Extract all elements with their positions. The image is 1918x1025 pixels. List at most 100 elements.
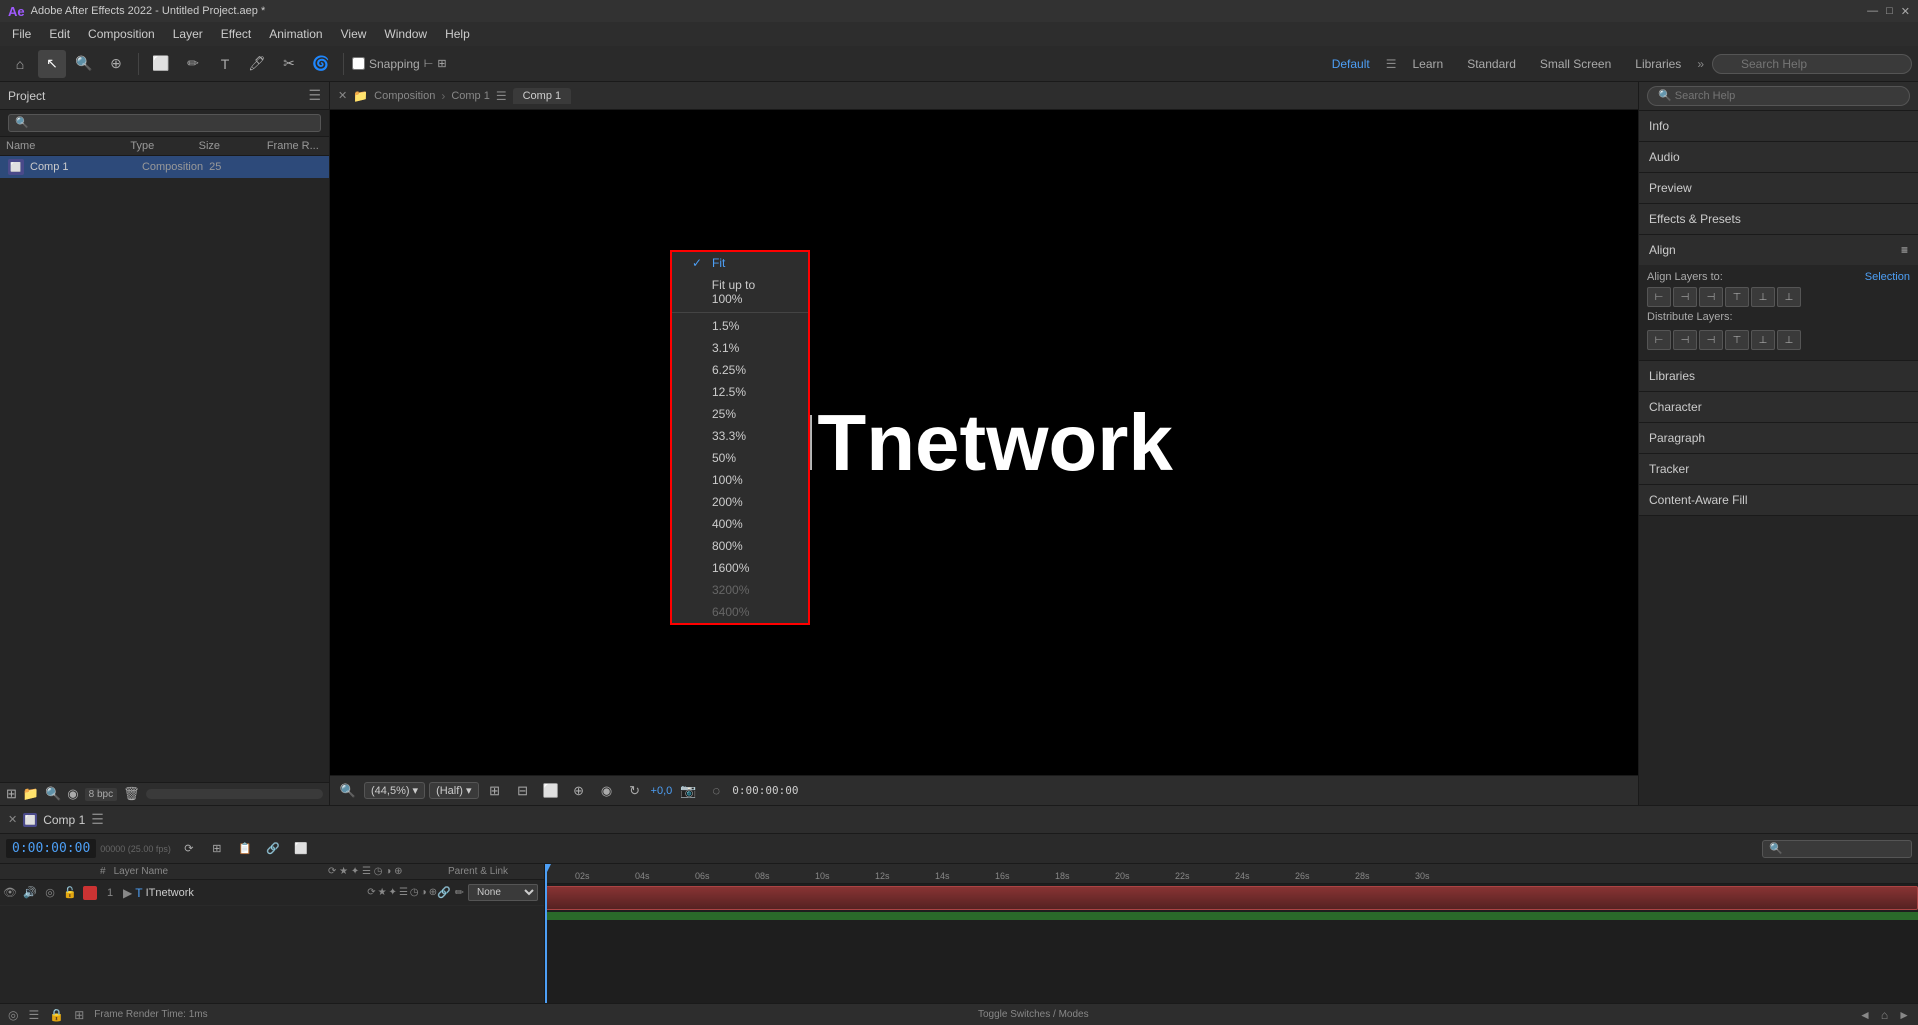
playhead[interactable] [545, 864, 547, 1003]
delete-icon[interactable]: 🗑 [123, 786, 140, 802]
layer-ctrl-motion[interactable]: ☰ [399, 887, 408, 898]
menu-layer[interactable]: Layer [165, 25, 211, 43]
select-tool[interactable]: ↖ [38, 50, 66, 78]
maximize-button[interactable]: □ [1886, 5, 1893, 18]
puppet-tool[interactable]: 🌀 [307, 50, 335, 78]
audio-header[interactable]: Audio [1639, 142, 1918, 172]
timeline-tool3[interactable]: 📋 [233, 837, 257, 861]
breadcrumb-menu[interactable]: ☰ [496, 89, 507, 103]
layer-lock-1[interactable]: 🔓 [60, 886, 80, 899]
folder-icon[interactable]: 📁 [23, 786, 39, 802]
layer-ctrl-blend[interactable]: ◑ [421, 887, 427, 898]
align-menu-icon[interactable]: ≡ [1901, 243, 1908, 257]
workspace-menu-icon[interactable]: ☰ [1386, 57, 1397, 71]
menu-help[interactable]: Help [437, 25, 478, 43]
motion-btn[interactable]: ↻ [623, 779, 647, 803]
layer-ctrl-effect[interactable]: ✦ [389, 887, 397, 898]
zoom-33.3[interactable]: 33.3% [672, 425, 808, 447]
align-target-value[interactable]: Selection [1865, 271, 1910, 283]
timeline-search-input[interactable] [1762, 840, 1912, 858]
layer-ctrl-adjust[interactable]: ⊕ [429, 887, 437, 898]
align-bottom-btn[interactable]: ⊥ [1777, 287, 1801, 307]
anchor-tool[interactable]: ✂ [275, 50, 303, 78]
color-icon[interactable]: ◉ [67, 786, 78, 802]
mask-btn[interactable]: ⬜ [539, 779, 563, 803]
info-header[interactable]: Info [1639, 111, 1918, 141]
status-home[interactable]: ⌂ [1881, 1008, 1888, 1022]
zoom-12.5[interactable]: 12.5% [672, 381, 808, 403]
content-aware-header[interactable]: Content-Aware Fill [1639, 485, 1918, 515]
shape-tool[interactable]: ⬜ [147, 50, 175, 78]
layer-ctrl-star[interactable]: ★ [378, 887, 387, 898]
libraries-header[interactable]: Libraries [1639, 361, 1918, 391]
paragraph-header[interactable]: Paragraph [1639, 423, 1918, 453]
layer-ctrl-3d[interactable]: ◷ [410, 887, 419, 898]
menu-edit[interactable]: Edit [41, 25, 78, 43]
snapping-checkbox[interactable] [352, 57, 365, 70]
menu-effect[interactable]: Effect [213, 25, 259, 43]
workspace-small-screen[interactable]: Small Screen [1532, 55, 1619, 73]
dist-left-btn[interactable]: ⊢ [1647, 330, 1671, 350]
workspace-standard[interactable]: Standard [1459, 55, 1524, 73]
right-search-input[interactable] [1647, 86, 1910, 106]
layer-audio-1[interactable]: 🔊 [20, 886, 40, 899]
status-arrow-left[interactable]: ◄ [1859, 1008, 1871, 1022]
menu-view[interactable]: View [333, 25, 375, 43]
dist-right-btn[interactable]: ⊣ [1699, 330, 1723, 350]
zoom-25[interactable]: 25% [672, 403, 808, 425]
resolution-control[interactable]: (Half) ▾ [429, 782, 478, 799]
project-menu-icon[interactable]: ☰ [308, 87, 321, 104]
type-tool[interactable]: T [211, 50, 239, 78]
menu-animation[interactable]: Animation [261, 25, 330, 43]
zoom-200[interactable]: 200% [672, 491, 808, 513]
dist-top-btn[interactable]: ⊤ [1725, 330, 1749, 350]
effects-presets-header[interactable]: Effects & Presets [1639, 204, 1918, 234]
timeline-tool4[interactable]: 🔗 [261, 837, 285, 861]
align-right-btn[interactable]: ⊣ [1699, 287, 1723, 307]
layer-expand-1[interactable]: ▶ [120, 886, 135, 900]
close-tab-icon[interactable]: ✕ [338, 89, 347, 102]
camera-btn[interactable]: 📷 [676, 779, 700, 803]
minimize-button[interactable]: — [1867, 5, 1878, 18]
zoom-fit-100[interactable]: Fit up to 100% [672, 274, 808, 310]
zoom-control[interactable]: (44,5%) ▾ [364, 782, 425, 799]
workspace-more[interactable]: » [1697, 57, 1704, 71]
tracker-header[interactable]: Tracker [1639, 454, 1918, 484]
timeline-close-icon[interactable]: ✕ [8, 813, 17, 826]
zoom-800[interactable]: 800% [672, 535, 808, 557]
pen2-tool[interactable]: 🖊 [243, 50, 271, 78]
project-search-input[interactable] [8, 114, 321, 132]
align-header[interactable]: Align ≡ [1639, 235, 1918, 265]
orbit-tool[interactable]: ⊕ [102, 50, 130, 78]
dist-center-v-btn[interactable]: ⊥ [1751, 330, 1775, 350]
zoom-1.5[interactable]: 1.5% [672, 315, 808, 337]
layer-solo-1[interactable]: ◎ [40, 886, 60, 899]
grid-btn[interactable]: ⊟ [511, 779, 535, 803]
zoom-50[interactable]: 50% [672, 447, 808, 469]
color-btn[interactable]: ◉ [595, 779, 619, 803]
menu-file[interactable]: File [4, 25, 39, 43]
dist-bottom-btn[interactable]: ⊥ [1777, 330, 1801, 350]
pen-tool[interactable]: ✏ [179, 50, 207, 78]
zoom-1600[interactable]: 1600% [672, 557, 808, 579]
comp-tab[interactable]: Comp 1 [513, 88, 572, 104]
search-tool[interactable]: 🔍 [70, 50, 98, 78]
timeline-timecode[interactable]: 0:00:00:00 [6, 839, 96, 858]
home-tool[interactable]: ⌂ [6, 50, 34, 78]
timeline-tool5[interactable]: ⬜ [289, 837, 313, 861]
zoom-100[interactable]: 100% [672, 469, 808, 491]
zoom-400[interactable]: 400% [672, 513, 808, 535]
search-input[interactable] [1712, 54, 1912, 74]
workspace-learn[interactable]: Learn [1405, 55, 1452, 73]
zoom-fit[interactable]: ✓ Fit [672, 252, 808, 274]
close-button[interactable]: ✕ [1901, 5, 1910, 18]
options-btn[interactable]: ◌ [704, 779, 728, 803]
search-icon-bottom[interactable]: 🔍 [45, 786, 61, 802]
align-left-btn[interactable]: ⊢ [1647, 287, 1671, 307]
menu-composition[interactable]: Composition [80, 25, 163, 43]
zoom-3.1[interactable]: 3.1% [672, 337, 808, 359]
new-comp-icon[interactable]: ⊞ [6, 786, 17, 802]
dist-center-h-btn[interactable]: ⊣ [1673, 330, 1697, 350]
workspace-default[interactable]: Default [1324, 55, 1378, 73]
expand-btn[interactable]: ⊞ [483, 779, 507, 803]
